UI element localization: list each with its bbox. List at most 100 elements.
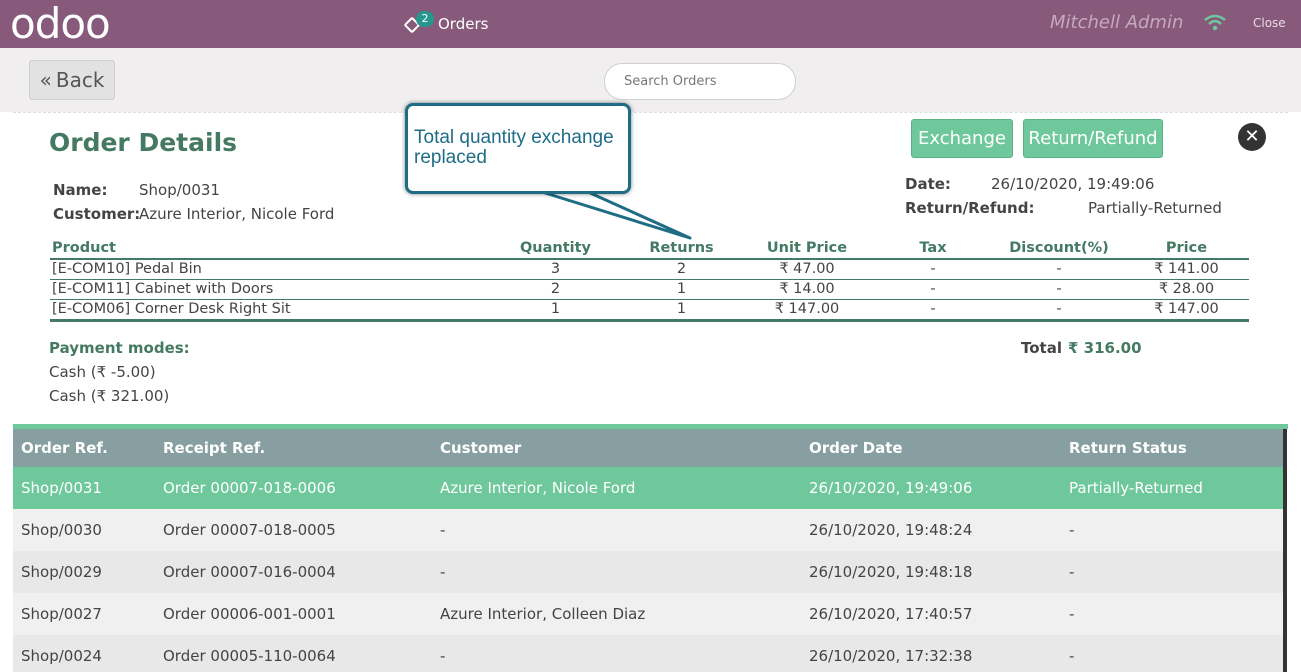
line-discount: - xyxy=(1056,301,1062,317)
line-quantity: 1 xyxy=(550,301,561,317)
order-date: 26/10/2020, 19:48:24 xyxy=(801,509,1061,551)
wifi-icon xyxy=(1204,14,1226,31)
order-ref: Shop/0027 xyxy=(13,593,155,635)
line-price: ₹ 141.00 xyxy=(1154,261,1219,277)
order-line-row: [E-COM11] Cabinet with Doors 2 1 ₹ 14.00… xyxy=(50,280,1249,300)
receipt-ref: Order 00007-016-0004 xyxy=(155,551,432,593)
order-row[interactable]: Shop/0029 Order 00007-016-0004 - 26/10/2… xyxy=(13,551,1283,593)
col-price: Price xyxy=(1165,240,1208,256)
back-button[interactable]: « Back xyxy=(29,60,115,100)
name-label: Name: xyxy=(53,181,108,199)
payment-modes-title: Payment modes: xyxy=(49,339,190,357)
tag-icon: 2 xyxy=(403,11,434,37)
order-customer: Azure Interior, Colleen Diaz xyxy=(432,593,801,635)
return-refund-label: Return/Refund: xyxy=(905,199,1035,217)
order-ref: Shop/0031 xyxy=(13,467,155,509)
line-unit-price: ₹ 147.00 xyxy=(774,301,840,317)
order-ref: Shop/0030 xyxy=(13,509,155,551)
order-row[interactable]: Shop/0030 Order 00007-018-0005 - 26/10/2… xyxy=(13,509,1283,551)
col-unit-price: Unit Price xyxy=(766,240,848,256)
search-orders-input[interactable] xyxy=(604,63,796,100)
customer-value: Azure Interior, Nicole Ford xyxy=(139,205,335,223)
return-refund-value: Partially-Returned xyxy=(1088,199,1222,217)
odoo-logo: odoo xyxy=(10,0,111,48)
order-row[interactable]: Shop/0027 Order 00006-001-0001 Azure Int… xyxy=(13,593,1283,635)
order-customer: - xyxy=(432,509,801,551)
order-customer: - xyxy=(432,551,801,593)
page-title: Order Details xyxy=(49,128,238,157)
order-customer: Azure Interior, Nicole Ford xyxy=(432,467,801,509)
line-unit-price: ₹ 14.00 xyxy=(779,281,835,297)
col-order-ref: Order Ref. xyxy=(13,429,155,467)
line-unit-price: ₹ 47.00 xyxy=(779,261,835,277)
col-tax: Tax xyxy=(919,240,947,256)
date-label: Date: xyxy=(905,175,951,193)
callout-annotation: Total quantity exchange replaced xyxy=(405,103,631,194)
total-value: ₹ 316.00 xyxy=(1068,339,1142,357)
total-label: Total xyxy=(1021,339,1062,357)
order-row[interactable]: Shop/0031 Order 00007-018-0006 Azure Int… xyxy=(13,467,1283,509)
order-ref: Shop/0024 xyxy=(13,635,155,672)
return-status: Partially-Returned xyxy=(1061,467,1283,509)
order-ref: Shop/0029 xyxy=(13,551,155,593)
line-tax: - xyxy=(930,281,936,297)
callout-pointer xyxy=(541,190,692,240)
col-order-date: Order Date xyxy=(801,429,1061,467)
list-scrollbar[interactable] xyxy=(1283,429,1287,672)
double-chevron-left-icon: « xyxy=(39,68,52,92)
col-discount: Discount(%) xyxy=(1009,240,1109,256)
orders-list-table: Order Ref. Receipt Ref. Customer Order D… xyxy=(13,429,1283,672)
customer-label: Customer: xyxy=(53,205,141,223)
close-icon[interactable]: ✕ xyxy=(1238,123,1266,151)
order-customer: - xyxy=(432,635,801,672)
exchange-button[interactable]: Exchange xyxy=(911,119,1013,158)
line-returns: 1 xyxy=(676,301,687,317)
close-pos-button[interactable]: Close xyxy=(1253,16,1286,30)
return-status: - xyxy=(1061,593,1283,635)
order-date: 26/10/2020, 19:49:06 xyxy=(801,467,1061,509)
order-lines-table: Product Quantity Returns Unit Price Tax … xyxy=(50,239,1249,322)
line-returns: 2 xyxy=(676,261,687,277)
col-customer: Customer xyxy=(432,429,801,467)
line-quantity: 2 xyxy=(550,281,561,297)
receipt-ref: Order 00005-110-0064 xyxy=(155,635,432,672)
receipt-ref: Order 00007-018-0006 xyxy=(155,467,432,509)
return-status: - xyxy=(1061,551,1283,593)
line-tax: - xyxy=(930,301,936,317)
line-tax: - xyxy=(930,261,936,277)
line-price: ₹ 28.00 xyxy=(1158,281,1215,297)
order-line-row: [E-COM10] Pedal Bin 3 2 ₹ 47.00 - - ₹ 14… xyxy=(50,259,1249,280)
return-refund-button[interactable]: Return/Refund xyxy=(1023,119,1163,158)
col-returns: Returns xyxy=(649,240,714,256)
receipt-ref: Order 00006-001-0001 xyxy=(155,593,432,635)
orders-button[interactable]: 2 Orders xyxy=(403,10,489,38)
user-name[interactable]: Mitchell Admin xyxy=(1050,12,1183,33)
date-value: 26/10/2020, 19:49:06 xyxy=(991,175,1155,193)
line-quantity: 3 xyxy=(550,261,561,277)
payment-line: Cash (₹ 321.00) xyxy=(49,387,170,405)
col-receipt-ref: Receipt Ref. xyxy=(155,429,432,467)
top-bar: odoo 2 Orders Mitchell Admin Close xyxy=(0,0,1301,48)
order-row[interactable]: Shop/0024 Order 00005-110-0064 - 26/10/2… xyxy=(13,635,1283,672)
line-product: [E-COM06] Corner Desk Right Sit xyxy=(52,301,291,317)
order-date: 26/10/2020, 19:48:18 xyxy=(801,551,1061,593)
order-line-row: [E-COM06] Corner Desk Right Sit 1 1 ₹ 14… xyxy=(50,300,1249,321)
line-discount: - xyxy=(1056,281,1062,297)
line-discount: - xyxy=(1056,261,1062,277)
col-product: Product xyxy=(52,240,116,256)
orders-label: Orders xyxy=(438,15,489,33)
line-price: ₹ 147.00 xyxy=(1154,301,1219,317)
order-date: 26/10/2020, 17:40:57 xyxy=(801,593,1061,635)
payment-line: Cash (₹ -5.00) xyxy=(49,363,156,381)
return-status: - xyxy=(1061,635,1283,672)
line-returns: 1 xyxy=(676,281,687,297)
name-value: Shop/0031 xyxy=(139,181,220,199)
return-status: - xyxy=(1061,509,1283,551)
orders-count-badge: 2 xyxy=(416,11,434,27)
col-return-status: Return Status xyxy=(1061,429,1283,467)
receipt-ref: Order 00007-018-0005 xyxy=(155,509,432,551)
col-quantity: Quantity xyxy=(519,240,592,256)
back-label: Back xyxy=(55,68,105,92)
line-product: [E-COM10] Pedal Bin xyxy=(52,261,202,277)
line-product: [E-COM11] Cabinet with Doors xyxy=(52,281,274,297)
